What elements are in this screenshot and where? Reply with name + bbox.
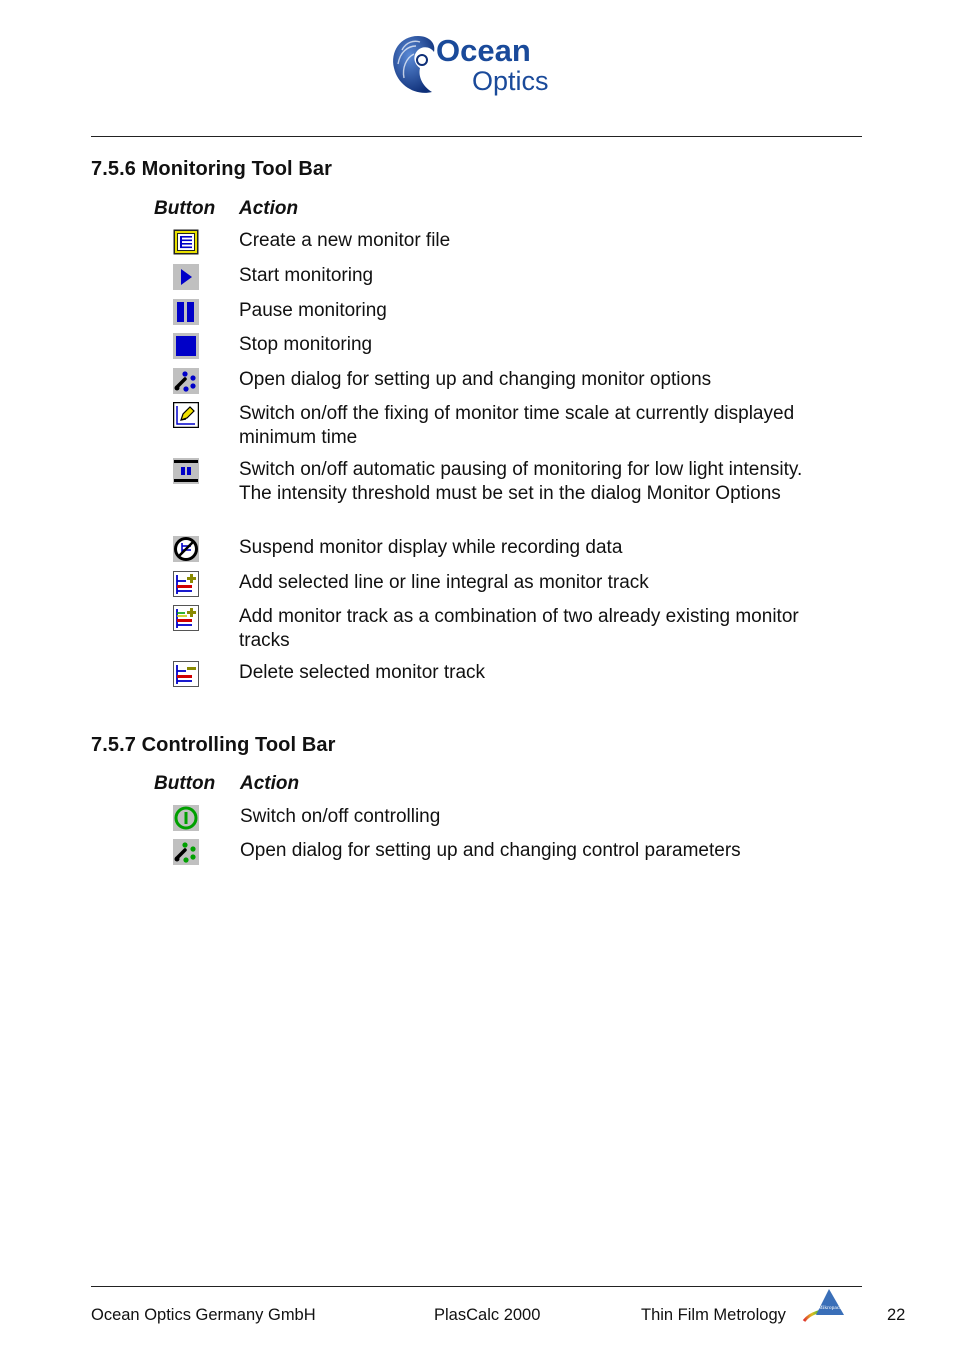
column-header-action: Action (239, 198, 299, 219)
action-text: Start monitoring (239, 265, 374, 286)
column-header-button: Button (154, 198, 216, 219)
action-text: Stop monitoring (239, 334, 373, 355)
column-header-action: Action (240, 773, 300, 794)
page-number: 22 (887, 1306, 906, 1324)
new-monitor-file-icon[interactable] (173, 229, 199, 255)
footer-division: Thin Film Metrology (641, 1306, 786, 1324)
play-icon[interactable] (173, 264, 199, 290)
mikropack-logo-text: Mikropack (818, 1305, 842, 1311)
footer-divider (91, 1286, 862, 1287)
footer-company: Ocean Optics Germany GmbH (91, 1306, 316, 1324)
monitor-options-icon[interactable] (173, 368, 199, 394)
logo-optics-text: Optics (472, 66, 549, 96)
delete-track-icon[interactable] (173, 661, 199, 687)
action-text: Open dialog for setting up and changing … (240, 840, 741, 861)
action-text: Pause monitoring (239, 300, 387, 321)
section-title-controlling: 7.5.7 Controlling Tool Bar (91, 734, 336, 756)
suspend-display-icon[interactable] (173, 536, 199, 562)
ocean-optics-logo: Ocean Optics (393, 33, 549, 96)
footer-product: PlasCalc 2000 (434, 1306, 541, 1324)
auto-pause-icon[interactable] (173, 458, 199, 484)
section-title-monitoring: 7.5.6 Monitoring Tool Bar (91, 158, 333, 180)
add-track-icon[interactable] (173, 571, 199, 597)
action-text: Switch on/off automatic pausing of monit… (239, 459, 803, 504)
action-text: Switch on/off controlling (240, 806, 441, 827)
action-text: Open dialog for setting up and changing … (239, 369, 712, 390)
action-text: Add monitor track as a combination of tw… (239, 606, 799, 651)
action-text: Delete selected monitor track (239, 662, 486, 683)
fix-time-scale-icon[interactable] (173, 402, 199, 428)
control-parameters-icon[interactable] (173, 839, 199, 865)
mikropack-logo: Mikropack (802, 1289, 844, 1322)
add-combined-track-icon[interactable] (173, 605, 199, 631)
action-text: Suspend monitor display while recording … (239, 537, 623, 558)
column-header-button: Button (154, 773, 216, 794)
header-divider (91, 136, 862, 137)
logo-ocean-text: Ocean (436, 33, 531, 68)
action-text: Switch on/off the fixing of monitor time… (239, 403, 795, 448)
action-text: Create a new monitor file (239, 230, 451, 251)
power-icon[interactable] (173, 805, 199, 831)
pause-icon[interactable] (173, 299, 199, 325)
stop-icon[interactable] (173, 333, 199, 359)
action-text: Add selected line or line integral as mo… (239, 572, 649, 593)
